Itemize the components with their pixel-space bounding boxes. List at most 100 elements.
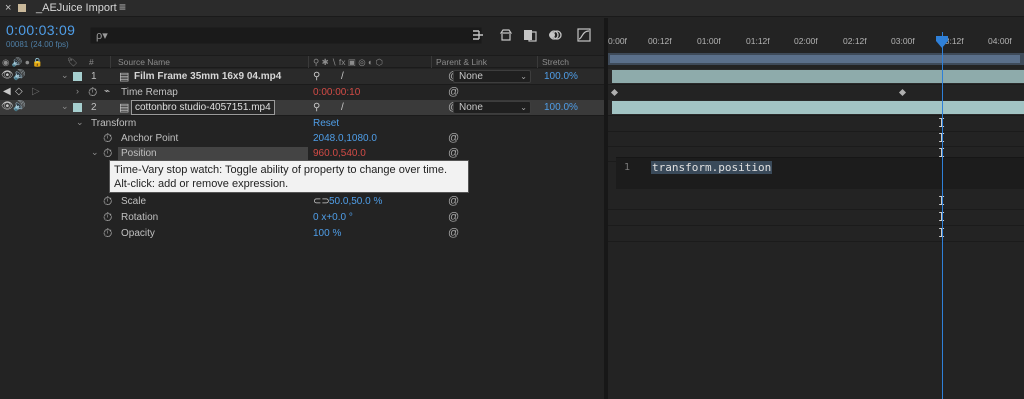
label-color-swatch[interactable] [73,103,82,112]
work-area-bar[interactable] [608,53,1024,65]
stopwatch-icon[interactable]: ⏱ [103,210,112,225]
shy-switch-icon[interactable]: ⚲ [313,71,320,82]
expression-line-number: 1 [624,162,631,173]
parent-dropdown[interactable]: None ⌄ [453,101,531,114]
column-headers: ◉ 🔊 ● 🔒 🏷 # Source Name ⚲ ✱ ∖ fx ▣ ◎ ◐ ⬡… [0,55,604,68]
layer-search-input[interactable]: ρ▾ [90,27,482,44]
draft-3d-icon[interactable] [498,27,514,43]
scale-value[interactable]: 50.0,50.0 % [329,196,382,207]
column-stretch-header[interactable]: Stretch [542,57,569,67]
opacity-value[interactable]: 100 % [313,228,341,239]
parent-dropdown-value: None [459,102,483,113]
timeline-row-rotation [608,210,1024,226]
pickwhip-icon[interactable]: @ [448,195,459,207]
add-keyframe-icon[interactable]: ◇ [15,86,23,97]
quality-switch-icon[interactable]: / [341,71,344,82]
opacity-label: Opacity [121,228,155,239]
stretch-value[interactable]: 100.0% [544,71,578,82]
composition-tab-title[interactable]: _AEJuice Import [36,2,117,14]
rotation-row: ⏱ Rotation 0 x+0.0 ° @ [0,210,604,226]
position-label: Position [121,148,157,159]
close-tab-icon[interactable]: × [5,2,11,14]
column-parent-link-header[interactable]: Parent & Link [436,57,487,67]
layer-name[interactable]: Film Frame 35mm 16x9 04.mp4 [134,71,281,82]
ruler-tick-label: 01:12f [746,36,770,46]
ruler-tick-label: 04:00f [988,36,1012,46]
next-keyframe-icon[interactable]: ▷ [32,86,40,97]
stretch-value[interactable]: 100.0% [544,102,578,113]
parent-dropdown[interactable]: None ⌄ [453,70,531,83]
pickwhip-icon[interactable]: @ [448,227,459,239]
quality-switch-icon[interactable]: / [341,102,344,113]
audio-icon[interactable]: 🔊 [13,70,25,81]
column-number-header[interactable]: # [89,57,94,67]
transform-reset-link[interactable]: Reset [313,118,339,129]
stopwatch-icon[interactable]: ⏱ [103,226,112,241]
playhead-handle[interactable] [936,36,948,48]
layer-2-duration-bar[interactable] [612,101,1024,114]
ruler-tick-label: 00:12f [648,36,672,46]
chevron-down-icon: ⌄ [520,103,527,112]
chevron-right-icon[interactable]: › [76,86,79,96]
column-source-name-header[interactable]: Source Name [118,57,170,67]
eye-icon[interactable]: 👁 [1,101,14,112]
layer-row-2[interactable]: 👁 🔊 ⌄ 2 ▤ cottonbro studio-4057151.mp4 ⚲… [0,100,604,116]
pickwhip-icon[interactable]: @ [448,211,459,223]
footage-file-icon: ▤ [119,102,130,114]
label-color-swatch[interactable] [73,72,82,81]
stopwatch-tooltip: Time-Vary stop watch: Toggle ability of … [109,160,469,193]
frame-blending-icon[interactable] [522,27,538,43]
constrain-proportions-icon[interactable]: ⊂⊃ [313,196,330,207]
comp-flowchart-icon[interactable] [470,27,486,43]
pickwhip-icon[interactable]: @ [448,147,459,159]
playhead-line[interactable] [942,32,943,399]
position-value[interactable]: 960.0,540.0 [313,148,366,159]
label-header-icon[interactable]: 🏷 [67,57,78,68]
timeline-row-anchor-point [608,131,1024,147]
timeline-row-time-remap [608,85,1024,101]
layer-1-duration-bar[interactable] [612,70,1024,83]
graph-editor-icon[interactable] [576,27,592,43]
layer-number: 2 [91,102,97,113]
time-remap-value[interactable]: 0:00:00:10 [313,87,360,98]
stopwatch-icon[interactable]: ⏱ [103,131,112,146]
chevron-down-icon[interactable]: ⌄ [91,147,99,158]
layer-name-edit-field[interactable]: cottonbro studio-4057151.mp4 [131,100,275,115]
pickwhip-icon[interactable]: @ [448,86,459,98]
stopwatch-icon[interactable]: ⏱ [88,85,97,100]
ruler-tick-label: 03:00f [891,36,915,46]
av-features-header-icons[interactable]: ◉ 🔊 ● 🔒 [2,57,43,68]
scale-row: ⏱ Scale ⊂⊃ 50.0,50.0 % @ [0,194,604,210]
eye-icon[interactable]: 👁 [1,70,14,81]
expression-code[interactable]: transform.position [651,161,773,174]
motion-blur-icon[interactable] [547,27,563,43]
prev-keyframe-icon[interactable]: ◀ [3,86,11,97]
chevron-down-icon[interactable]: ⌄ [76,117,84,128]
time-remap-label: Time Remap [121,87,178,98]
transform-group-row: ⌄ Transform Reset [0,116,604,132]
ruler-tick-label: 02:00f [794,36,818,46]
chevron-down-icon[interactable]: ⌄ [61,70,69,81]
shy-switch-icon[interactable]: ⚲ [313,102,320,113]
time-ruler[interactable]: 0:00f 00:12f 01:00f 01:12f 02:00f 02:12f… [608,26,1024,54]
stopwatch-icon[interactable]: ⏱ [103,194,112,209]
current-time-display[interactable]: 0:00:03:09 [6,22,75,38]
composition-tab-bar: × _AEJuice Import ≡ [0,0,1024,17]
chevron-down-icon: ⌄ [520,72,527,81]
layer-number: 1 [91,71,97,82]
ruler-tick-label: 0:00f [608,36,627,46]
switches-header-icons[interactable]: ⚲ ✱ ∖ fx ▣ ◎ ◐ ⬡ [313,57,383,68]
search-icon: ρ▾ [96,30,108,42]
frame-count-display: 00081 (24.00 fps) [6,40,69,49]
anchor-point-value[interactable]: 2048.0,1080.0 [313,133,377,144]
time-remap-row: ◀ ◇ ▷ › ⏱ ⌁ Time Remap 0:00:00:10 @ [0,85,604,101]
pickwhip-icon[interactable]: @ [448,132,459,144]
stopwatch-icon[interactable]: ⏱ [103,146,112,161]
rotation-value[interactable]: 0 x+0.0 ° [313,212,353,223]
graph-icon[interactable]: ⌁ [104,86,110,97]
panel-menu-icon[interactable]: ≡ [119,0,126,14]
audio-icon[interactable]: 🔊 [13,101,25,112]
layer-row-1[interactable]: 👁 🔊 ⌄ 1 ▤ Film Frame 35mm 16x9 04.mp4 ⚲ … [0,69,604,85]
chevron-down-icon[interactable]: ⌄ [61,101,69,112]
anchor-point-row: ⏱ Anchor Point 2048.0,1080.0 @ [0,131,604,147]
